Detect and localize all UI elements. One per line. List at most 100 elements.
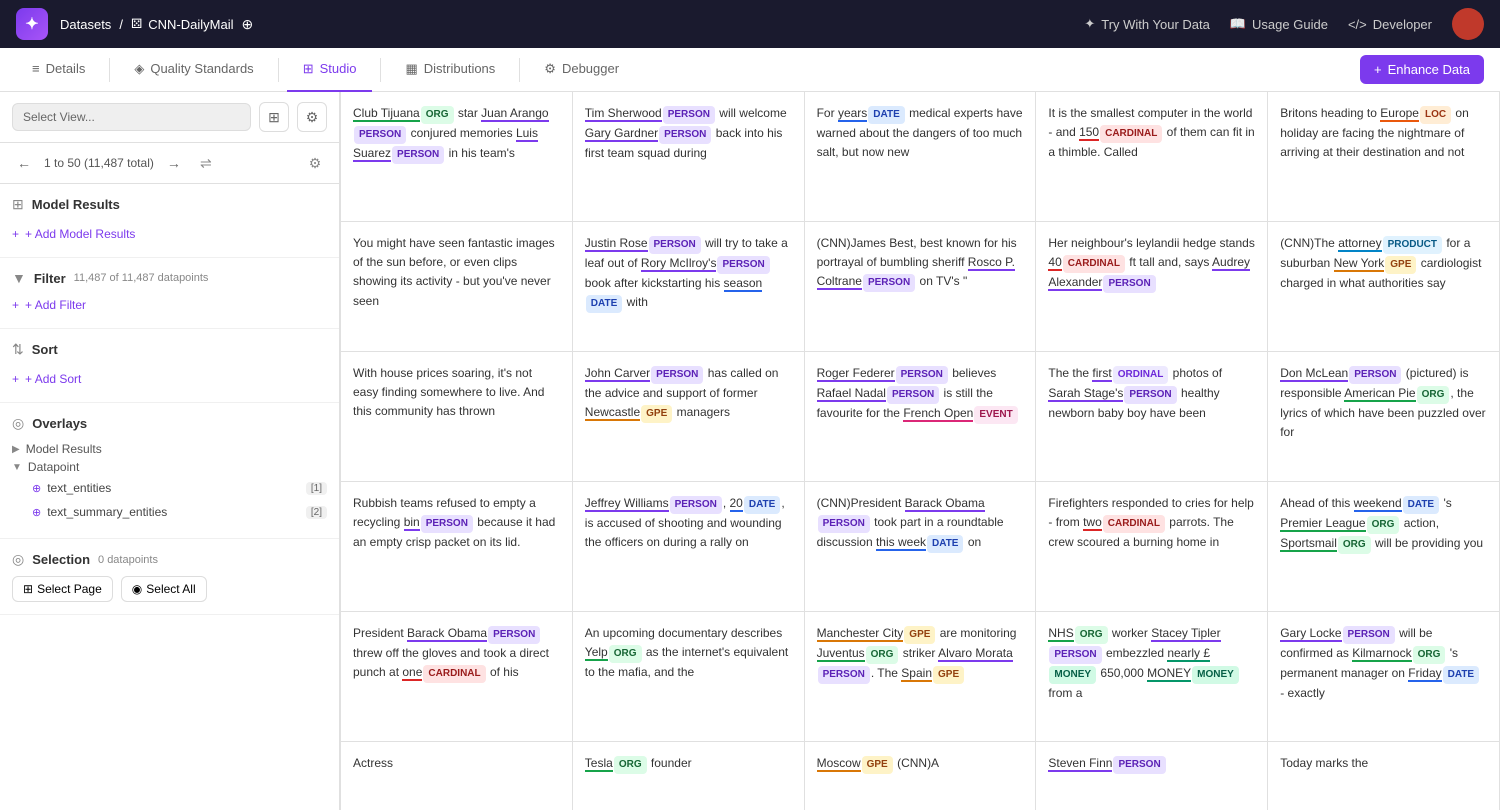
selection-count: 0 datapoints	[98, 554, 158, 566]
card-item[interactable]: MoscowGPE (CNN)A	[805, 742, 1037, 810]
model-results-overlay-label[interactable]: Model Results	[26, 442, 102, 456]
entity-tag: PERSON	[1349, 366, 1401, 384]
tab-separator-2	[278, 58, 279, 82]
tab-quality-label: Quality Standards	[150, 61, 253, 76]
selection-icon: ◎	[12, 551, 24, 568]
card-item[interactable]: (CNN)The attorneyPRODUCT for a suburban …	[1268, 222, 1500, 352]
top-nav: ✦ Datasets / ⚄ CNN-DailyMail ⊕ ✦ Try Wit…	[0, 0, 1500, 48]
card-item[interactable]: Jeffrey WilliamsPERSON, 20DATE, is accus…	[573, 482, 805, 612]
entity-tag: PERSON	[1049, 646, 1101, 664]
entity-text: Roger Federer	[817, 366, 895, 382]
card-item[interactable]: (CNN)President Barack ObamaPERSON took p…	[805, 482, 1037, 612]
selection-header: ◎ Selection 0 datapoints	[12, 551, 327, 568]
card-item[interactable]: (CNN)James Best, best known for his port…	[805, 222, 1037, 352]
card-item[interactable]: You might have seen fantastic images of …	[341, 222, 573, 352]
try-data-button[interactable]: ✦ Try With Your Data	[1084, 16, 1210, 32]
card-item[interactable]: Rubbish teams refused to empty a recycli…	[341, 482, 573, 612]
dataset-label: ⚄ CNN-DailyMail	[131, 16, 234, 32]
add-sort-button[interactable]: + + Add Sort	[12, 368, 81, 390]
entity-tag: PERSON	[392, 146, 444, 164]
card-item[interactable]: The the firstORDINAL photos of Sarah Sta…	[1036, 352, 1268, 482]
text-summary-entities-overlay[interactable]: ⊕ text_summary_entities [2]	[32, 502, 327, 522]
entity-tag: ORG	[421, 106, 454, 124]
card-item[interactable]: NHSORG worker Stacey TiplerPERSON embezz…	[1036, 612, 1268, 742]
select-all-label: Select All	[146, 582, 195, 596]
usage-guide-label: Usage Guide	[1252, 17, 1328, 32]
entity-text: Friday	[1408, 666, 1441, 682]
entity-tag: DATE	[1403, 496, 1439, 514]
code-icon: </>	[1348, 17, 1367, 32]
card-item[interactable]: Actress	[341, 742, 573, 810]
card-item[interactable]: Don McLeanPERSON (pictured) is responsib…	[1268, 352, 1500, 482]
entity-text: Gary Locke	[1280, 626, 1341, 642]
developer-button[interactable]: </> Developer	[1348, 17, 1432, 32]
card-item[interactable]: Today marks the	[1268, 742, 1500, 810]
grid-settings-button[interactable]: ⚙	[303, 151, 327, 175]
select-all-icon: ◉	[132, 582, 142, 596]
card-item[interactable]: Steven FinnPERSON	[1036, 742, 1268, 810]
text-entities-overlay[interactable]: ⊕ text_entities [1]	[32, 478, 327, 498]
card-item[interactable]: Ahead of this weekendDATE 's Premier Lea…	[1268, 482, 1500, 612]
card-item[interactable]: An upcoming documentary describes YelpOR…	[573, 612, 805, 742]
view-select[interactable]: Select View...	[12, 103, 251, 131]
entity-tag: ORG	[1338, 536, 1371, 554]
card-item[interactable]: John CarverPERSON has called on the advi…	[573, 352, 805, 482]
entity-text: Spain	[901, 666, 932, 682]
pin-icon[interactable]: ⊕	[241, 16, 253, 33]
card-item[interactable]: With house prices soaring, it's not easy…	[341, 352, 573, 482]
entity-tag: ORG	[614, 756, 647, 774]
add-filter-button[interactable]: + + Add Filter	[12, 294, 86, 316]
card-item[interactable]: President Barack ObamaPERSON threw off t…	[341, 612, 573, 742]
tab-studio[interactable]: ⊞ Studio	[287, 48, 373, 92]
grid-view-button[interactable]: ⊞	[259, 102, 289, 132]
next-page-button[interactable]: →	[162, 151, 186, 175]
card-item[interactable]: It is the smallest computer in the world…	[1036, 92, 1268, 222]
card-item[interactable]: Manchester CityGPE are monitoring Juvent…	[805, 612, 1037, 742]
datasets-link[interactable]: Datasets	[60, 17, 111, 32]
prev-page-button[interactable]: ←	[12, 151, 36, 175]
entity-text: New York	[1334, 256, 1385, 272]
tab-details[interactable]: ≡ Details	[16, 48, 101, 92]
card-item[interactable]: Club TijuanaORG star Juan ArangoPERSON c…	[341, 92, 573, 222]
settings-button[interactable]: ⚙	[297, 102, 327, 132]
avatar[interactable]	[1452, 8, 1484, 40]
overlays-section: ◎ Overlays ▶ Model Results ▼ Datapoint ⊕…	[0, 403, 339, 539]
add-model-results-button[interactable]: + + Add Model Results	[12, 223, 135, 245]
card-item[interactable]: Firefighters responded to cries for help…	[1036, 482, 1268, 612]
tab-separator-4	[519, 58, 520, 82]
entity-text: Sarah Stage's	[1048, 386, 1123, 402]
enhance-data-label: Enhance Data	[1388, 62, 1470, 77]
pagination-bar: ← 1 to 50 (11,487 total) → ⇌ ⚙	[0, 143, 339, 184]
datapoint-overlay-label[interactable]: Datapoint	[28, 460, 79, 474]
tab-distributions[interactable]: ▦ Distributions	[389, 48, 511, 92]
add-sort-label: + Add Sort	[25, 372, 81, 386]
card-item[interactable]: Tim SherwoodPERSON will welcome Gary Gar…	[573, 92, 805, 222]
logo-icon[interactable]: ✦	[16, 8, 48, 40]
shuffle-button[interactable]: ⇌	[194, 151, 218, 175]
studio-tab-icon: ⊞	[303, 61, 314, 77]
add-icon: +	[12, 227, 19, 241]
usage-guide-button[interactable]: 📖 Usage Guide	[1230, 16, 1328, 32]
enhance-data-button[interactable]: + Enhance Data	[1360, 55, 1484, 84]
nav-actions: ✦ Try With Your Data 📖 Usage Guide </> D…	[1084, 8, 1484, 40]
entity-tag: CARDINAL	[423, 665, 485, 683]
content-area: Club TijuanaORG star Juan ArangoPERSON c…	[340, 92, 1500, 810]
model-results-overlay-row: ▶ Model Results	[12, 442, 327, 456]
card-item[interactable]: For yearsDATE medical experts have warne…	[805, 92, 1037, 222]
select-all-button[interactable]: ◉ Select All	[121, 576, 207, 602]
entity-tag: PERSON	[717, 256, 769, 274]
book-icon: 📖	[1230, 16, 1246, 32]
tab-debugger[interactable]: ⚙ Debugger	[528, 48, 635, 92]
card-item[interactable]: Justin RosePERSON will try to take a lea…	[573, 222, 805, 352]
card-item[interactable]: Her neighbour's leylandii hedge stands 4…	[1036, 222, 1268, 352]
entity-text: Justin Rose	[585, 236, 648, 252]
card-item[interactable]: Gary LockePERSON will be confirmed as Ki…	[1268, 612, 1500, 742]
select-page-button[interactable]: ⊞ Select Page	[12, 576, 113, 602]
card-item[interactable]: Roger FedererPERSON believes Rafael Nada…	[805, 352, 1037, 482]
tab-quality[interactable]: ◈ Quality Standards	[118, 48, 269, 92]
entity-text: NHS	[1048, 626, 1073, 642]
filter-header: ▼ Filter 11,487 of 11,487 datapoints	[12, 270, 327, 286]
card-item[interactable]: Britons heading to EuropeLOC on holiday …	[1268, 92, 1500, 222]
tab-details-label: Details	[46, 61, 86, 76]
card-item[interactable]: TeslaORG founder	[573, 742, 805, 810]
